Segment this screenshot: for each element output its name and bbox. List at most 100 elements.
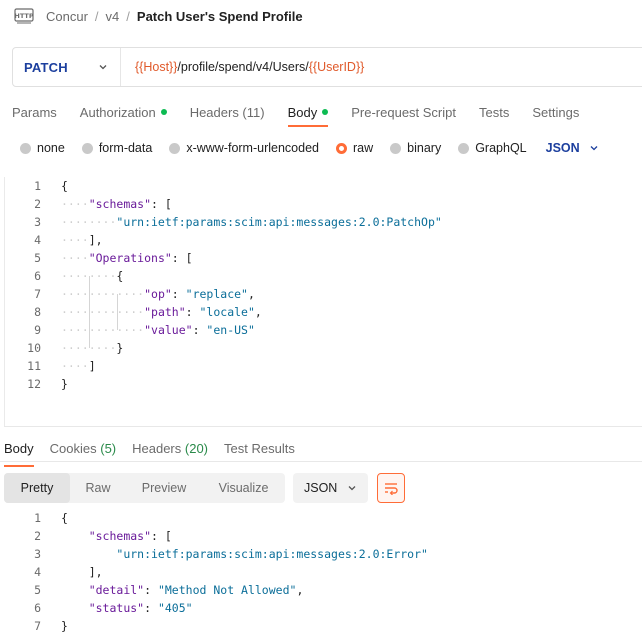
code-token: ],	[88, 233, 103, 247]
code-line: 5 "detail": "Method Not Allowed",	[0, 581, 642, 599]
tab-pre-request-script[interactable]: Pre-request Script	[351, 103, 456, 121]
body-type-label: none	[37, 141, 65, 155]
body-type-raw[interactable]: raw	[336, 141, 373, 155]
body-type-form-data[interactable]: form-data	[81, 141, 152, 155]
tab-authorization[interactable]: Authorization	[80, 103, 167, 121]
response-format-select[interactable]: JSON	[293, 473, 368, 503]
response-format-label: JSON	[304, 481, 338, 495]
indent: ············	[61, 305, 145, 319]
code-token: :	[185, 305, 200, 319]
body-type-options: none form-data x-www-form-urlencoded raw bin…	[20, 139, 599, 157]
view-pretty-button[interactable]: Pretty	[4, 473, 70, 503]
code-token: "Method Not Allowed"	[157, 583, 297, 597]
code-line: 12}	[0, 375, 642, 393]
response-tab-test-results[interactable]: Test Results	[224, 441, 295, 461]
method-select[interactable]: PATCH	[13, 48, 121, 86]
request-body-editor[interactable]: 1{2 ····"schemas": [3 ········"urn:ietf:pa…	[0, 177, 642, 427]
code-line: 1{	[0, 177, 642, 195]
svg-text:HTTP: HTTP	[14, 12, 33, 20]
tab-params[interactable]: Params	[12, 103, 57, 121]
code-token: "en-US"	[206, 323, 255, 337]
code-text: "schemas": [	[61, 527, 172, 545]
line-number: 2	[34, 529, 41, 543]
code-line: 2 "schemas": [	[0, 527, 642, 545]
line-number: 6	[34, 269, 41, 283]
code-token: ,	[254, 305, 262, 319]
line-number: 12	[27, 377, 41, 391]
tab-count: (5)	[100, 441, 117, 456]
code-line: 9 ············"value": "en-US"	[0, 321, 642, 339]
code-text: ],	[61, 563, 103, 581]
body-type-label: GraphQL	[475, 141, 527, 155]
code-token: "value"	[144, 323, 193, 337]
response-body-viewer[interactable]: 1{2 "schemas": [3 "urn:ietf:params:scim:…	[0, 509, 642, 644]
code-line: 11 ····]	[0, 357, 642, 375]
body-language-select[interactable]: JSON	[546, 141, 599, 155]
url-input[interactable]: {{Host}}/profile/spend/v4/Users/{{UserID…	[121, 60, 364, 74]
view-preview-button[interactable]: Preview	[126, 473, 202, 503]
code-text: ····],	[61, 231, 103, 249]
code-token: ],	[88, 565, 103, 579]
line-number: 9	[34, 323, 41, 337]
view-raw-button[interactable]: Raw	[70, 473, 126, 503]
tab-settings[interactable]: Settings	[532, 103, 579, 121]
code-token: "405"	[157, 601, 193, 615]
code-token: }	[61, 377, 68, 391]
tab-label: Test Results	[224, 441, 295, 456]
line-number: 7	[34, 287, 41, 301]
code-token: "path"	[144, 305, 186, 319]
code-text: {	[61, 509, 68, 527]
url-path: /profile/spend/v4/Users/	[177, 60, 309, 74]
chevron-down-icon	[590, 146, 598, 151]
code-line: 7}	[0, 617, 642, 635]
radio-icon	[458, 142, 470, 154]
code-token: "op"	[144, 287, 172, 301]
code-line: 4 ],	[0, 563, 642, 581]
code-token: "replace"	[185, 287, 248, 301]
code-line: 4 ····],	[0, 231, 642, 249]
tab-body[interactable]: Body	[287, 103, 329, 127]
code-text: ····]	[61, 357, 96, 375]
body-type-x-www-form-urlencoded[interactable]: x-www-form-urlencoded	[169, 141, 319, 155]
line-number: 8	[34, 305, 41, 319]
response-tab-cookies[interactable]: Cookies (5)	[50, 441, 116, 461]
tab-headers[interactable]: Headers (11)	[190, 103, 265, 121]
tab-tests[interactable]: Tests	[479, 103, 509, 121]
radio-icon	[20, 142, 31, 154]
code-line: 1{	[0, 509, 642, 527]
code-token: "schemas"	[88, 529, 152, 543]
view-mode-segment: Pretty Raw Preview Visualize	[4, 473, 285, 503]
code-text: ············"op": "replace",	[61, 285, 255, 303]
tab-count: (20)	[184, 441, 209, 456]
response-tab-body[interactable]: Body	[4, 441, 34, 467]
request-name[interactable]: Patch User's Spend Profile	[137, 9, 303, 24]
code-line: 2 ····"schemas": [	[0, 195, 642, 213]
code-token: "locale"	[199, 305, 255, 319]
code-line: 6 "status": "405"	[0, 599, 642, 617]
view-visualize-button[interactable]: Visualize	[202, 473, 285, 503]
line-number: 2	[34, 197, 41, 211]
code-text: ············"path": "locale",	[61, 303, 262, 321]
indent: ····	[61, 197, 89, 211]
body-type-graphql[interactable]: GraphQL	[458, 141, 527, 155]
wrap-lines-icon	[385, 483, 398, 495]
indent: ····	[61, 233, 89, 247]
code-text: }	[61, 375, 68, 393]
body-type-none[interactable]: none	[20, 141, 65, 155]
body-type-binary[interactable]: binary	[390, 141, 441, 155]
tab-label: Authorization	[79, 104, 156, 120]
url-variable: {{Host}}	[135, 60, 178, 74]
wrap-lines-button[interactable]	[377, 473, 405, 503]
breadcrumb-folder[interactable]: v4	[106, 9, 120, 24]
tab-label: Params	[12, 104, 57, 120]
code-line: 8 ············"path": "locale",	[0, 303, 642, 321]
response-tab-headers[interactable]: Headers (20)	[132, 441, 208, 461]
tab-label: Pre-request Script	[351, 104, 456, 120]
code-line: 7 ············"op": "replace",	[0, 285, 642, 303]
code-text: "detail": "Method Not Allowed",	[61, 581, 304, 599]
breadcrumb-collection[interactable]: Concur	[46, 9, 88, 24]
code-token: }	[116, 341, 124, 355]
